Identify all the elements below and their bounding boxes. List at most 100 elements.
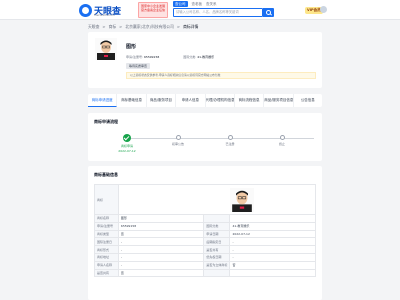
reg-number-field: 申请/注册号: 65599158 <box>126 55 159 59</box>
class-value[interactable]: 41-教育娱乐 <box>197 55 214 59</box>
search-tab-boss[interactable]: 查老板 <box>192 1 203 7</box>
tab-agency[interactable]: 代理/办理机构信息 <box>206 94 235 107</box>
table-value <box>229 214 316 223</box>
table-key: 商标类型 <box>94 229 119 239</box>
table-row: 商标地址 - 优先权日期 - <box>94 252 316 262</box>
reg-number-label: 申请/注册号: <box>126 55 144 59</box>
flow-step-date: 2022-07-12 <box>118 149 136 153</box>
breadcrumb-separator: > <box>119 24 123 29</box>
table-key: 是否共有 <box>203 245 231 254</box>
table-value: - <box>229 252 316 262</box>
table-value: 否 <box>117 229 205 239</box>
breadcrumb-home[interactable]: 天眼查 <box>88 24 99 30</box>
search-tabs: 查公司 查老板 查关系 <box>173 1 217 7</box>
table-row: 申请/注册号 65599158 国际分类 41-教育娱乐 <box>94 221 316 231</box>
detail-tabs: 商标申请进度 商标基础信息 商品/服务项目 申请人信息 代理/办理机构信息 商标… <box>88 94 322 107</box>
table-key: 国际分类 <box>203 221 231 231</box>
flow-dot-icon <box>279 135 285 140</box>
table-key: 国际注册日 <box>94 237 119 247</box>
tab-applicant[interactable]: 申请人信息 <box>176 94 206 107</box>
basic-info-card: 商标基础信息 商标 商标名称 图形 申请/注册号 65599158 国际分类 4… <box>88 166 322 300</box>
table-row: 商标 <box>94 184 317 215</box>
table-key: 后期指定日 <box>203 237 231 247</box>
table-row: 申请人名称 - 是否为立体商标 否 <box>94 260 316 270</box>
promo-line: 官方备案企业征信机构 <box>141 8 165 12</box>
apply-flow-card: 商标申请流程 商标申请 2022-07-12 初审公告 已注册 终止 <box>88 113 322 161</box>
trademark-image-large[interactable] <box>229 188 254 212</box>
flow-step: 初审公告 <box>158 135 198 146</box>
table-key <box>203 268 231 278</box>
status-badge: 等待实质审查 <box>126 63 151 69</box>
flow-step: 终止 <box>262 135 302 146</box>
flow-step-label: 商标申请 <box>120 144 133 148</box>
tab-process[interactable]: 商标流程信息 <box>235 94 265 107</box>
table-value: 否 <box>229 260 316 270</box>
breadcrumb: 天眼查 > 商标 > 北京赢家(北京)科技有限公司 > 商标详情 <box>88 24 198 30</box>
table-row: 商标形式 - 是否共有 - <box>94 245 316 254</box>
table-key: 优先权日期 <box>203 252 231 262</box>
table-key: 是否共有 <box>94 268 119 278</box>
table-key: 申请日期 <box>203 229 231 239</box>
table-value <box>117 184 317 215</box>
flow-step-label: 已注册 <box>225 142 235 146</box>
breadcrumb-company[interactable]: 北京赢家(北京)科技有限公司 <box>125 24 174 30</box>
breadcrumb-trademark[interactable]: 商标 <box>109 24 117 30</box>
flow-step-label: 终止 <box>278 142 285 146</box>
promo-banner[interactable]: 国家中小企业发展子基金旗下 官方备案企业征信机构 <box>138 2 168 18</box>
check-icon <box>123 134 131 142</box>
site-logo[interactable]: 天眼查 TianYanCha.com <box>79 4 127 17</box>
top-bar: 天眼查 TianYanCha.com 国家中小企业发展子基金旗下 官方备案企业征… <box>0 0 400 20</box>
basic-info-table: 商标 商标名称 图形 申请/注册号 65599158 国际分类 41-教育娱乐 … <box>94 184 317 278</box>
info-title: 商标基础信息 <box>94 172 118 177</box>
search-tab-relation[interactable]: 查关系 <box>206 1 217 7</box>
table-key: 商标地址 <box>94 252 119 262</box>
flow-step-label: 初审公告 <box>171 142 184 146</box>
table-key <box>203 214 231 223</box>
tab-apply-progress[interactable]: 商标申请进度 <box>88 94 118 107</box>
table-row: 商标名称 图形 <box>94 214 316 223</box>
table-value: 2022-07-12 <box>229 229 316 239</box>
table-row: 商标类型 否 申请日期 2022-07-12 <box>94 229 316 239</box>
tab-goods-info[interactable]: 商品/服务项目信息 <box>264 94 294 107</box>
flow-dot-icon <box>175 135 181 140</box>
breadcrumb-current: 商标详情 <box>183 24 199 29</box>
class-field: 国际分类: 41-教育娱乐 <box>183 55 214 59</box>
reg-number-value: 65599158 <box>144 55 160 59</box>
table-value: 65599158 <box>117 221 205 231</box>
table-key: 商标形式 <box>94 245 119 254</box>
table-row: 国际注册日 - 后期指定日 - <box>94 237 316 247</box>
trademark-meta: 申请/注册号: 65599158 国际分类: 41-教育娱乐 <box>126 55 214 59</box>
flow-title: 商标申请流程 <box>94 119 118 124</box>
search-tab-company[interactable]: 查公司 <box>173 1 188 7</box>
notice-bar: 以上商标状态仅供参考,申请人商标相关信息请以商标局官方网站公布为准 <box>126 72 316 79</box>
table-key: 商标 <box>94 184 119 215</box>
table-value: 图形 <box>117 214 205 223</box>
table-value[interactable]: 41-教育娱乐 <box>229 221 316 231</box>
table-value: - <box>117 237 205 247</box>
breadcrumb-separator: > <box>176 24 181 29</box>
class-label: 国际分类: <box>183 55 197 59</box>
table-key: 申请/注册号 <box>94 221 119 231</box>
user-avatar[interactable] <box>320 6 327 13</box>
table-value: - <box>117 245 205 254</box>
tab-basic-info[interactable]: 商标基础信息 <box>117 94 147 107</box>
search-input[interactable]: 请输入公司名称、人名、品牌名称等关键词 <box>173 8 263 17</box>
trademark-name: 图形 <box>126 44 137 50</box>
trademark-header-card: 图形 申请/注册号: 65599158 国际分类: 41-教育娱乐 等待实质审查… <box>88 32 322 88</box>
logo-eye-icon <box>79 4 92 17</box>
table-row: 是否共有 否 <box>94 268 316 278</box>
tab-goods-services[interactable]: 商品/服务项目 <box>147 94 177 107</box>
table-value <box>229 268 316 278</box>
breadcrumb-separator: > <box>102 24 106 29</box>
table-value: 否 <box>117 268 205 278</box>
table-key: 是否为立体商标 <box>203 260 231 270</box>
tab-announcement[interactable]: 公告信息 <box>294 94 322 107</box>
flow-step: 商标申请 2022-07-12 <box>107 134 147 153</box>
search-icon[interactable] <box>263 8 274 17</box>
table-value: - <box>117 260 205 270</box>
table-value: - <box>229 237 316 247</box>
trademark-image <box>95 38 117 60</box>
table-key: 申请人名称 <box>94 260 119 270</box>
flow-step: 已注册 <box>210 135 250 146</box>
table-value: - <box>229 245 316 254</box>
